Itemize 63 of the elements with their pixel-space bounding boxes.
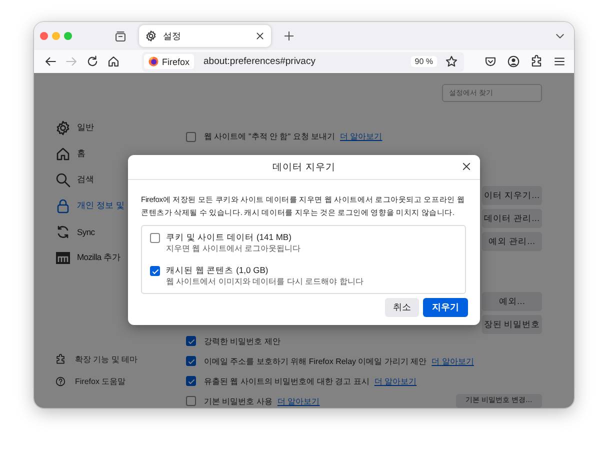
- option-label: 캐시된 웹 콘텐츠 (1,0 GB): [166, 264, 270, 276]
- sidebar-item[interactable]: 홈: [55, 141, 176, 167]
- browser-tab[interactable]: 설정: [139, 25, 271, 47]
- sync-icon: [55, 224, 71, 240]
- account-icon[interactable]: [507, 55, 520, 68]
- zoom-button[interactable]: 90 %: [410, 56, 437, 67]
- option-label: 쿠키 및 사이트 데이터 (141 MB): [166, 231, 292, 243]
- learn-more-link[interactable]: 더 알아보기: [374, 376, 417, 386]
- gear-icon: [55, 120, 71, 136]
- back-icon[interactable]: [44, 55, 57, 68]
- star-icon[interactable]: [445, 55, 458, 68]
- m-logo-icon: [55, 250, 71, 266]
- settings-button[interactable]: 장된 비밀번호: [482, 315, 542, 334]
- checkbox-label: 강력한 비밀번호 제안: [204, 336, 280, 346]
- settings-button[interactable]: 예외 관리…: [482, 232, 542, 251]
- checkbox[interactable]: [186, 356, 196, 366]
- identity-badge[interactable]: Firefox: [144, 54, 194, 69]
- checkbox-label: 기본 비밀번호 사용: [204, 396, 272, 406]
- checkbox[interactable]: [150, 266, 160, 276]
- settings-button[interactable]: 예외…: [482, 292, 542, 311]
- settings-button[interactable]: 이터 지우기…: [482, 186, 542, 205]
- search-icon: [55, 172, 71, 188]
- help-icon: [55, 376, 66, 386]
- url-text: about:preferences#privacy: [204, 56, 316, 67]
- sidebar-link[interactable]: 확장 기능 및 테마: [55, 348, 176, 370]
- confirm-button[interactable]: 지우기: [423, 298, 468, 317]
- checkbox[interactable]: [186, 396, 196, 406]
- settings-button[interactable]: 데이터 관리…: [482, 209, 542, 228]
- close-icon[interactable]: [461, 161, 472, 172]
- tab-title: 설정: [163, 30, 182, 42]
- option-note: 웹 사이트에서 이미지와 데이터를 다시 로드해야 합니다: [166, 276, 364, 288]
- home-icon: [55, 146, 71, 162]
- tab-list-icon[interactable]: [114, 30, 127, 42]
- address-bar[interactable]: Firefox about:preferences#privacy 90 %: [142, 52, 464, 72]
- checkbox[interactable]: [186, 376, 196, 386]
- pocket-icon[interactable]: [484, 55, 497, 68]
- home-icon[interactable]: [107, 55, 120, 68]
- sidebar-item[interactable]: 일반: [55, 115, 176, 141]
- puzzle-icon: [55, 354, 66, 364]
- extensions-icon[interactable]: [530, 55, 543, 68]
- lock-icon: [55, 198, 71, 214]
- option-note: 지우면 웹 사이트에서 로그아웃됩니다: [166, 243, 301, 255]
- learn-more-link[interactable]: 더 알아보기: [340, 131, 382, 142]
- reload-icon[interactable]: [86, 55, 99, 68]
- settings-icon: [145, 30, 157, 42]
- checkbox-label: 이메일 주소를 보호하기 위해 Firefox Relay 이메일 가리기 제안: [204, 356, 427, 366]
- checkbox[interactable]: [186, 132, 196, 142]
- checkbox[interactable]: [150, 233, 160, 243]
- checkbox[interactable]: [186, 336, 196, 346]
- sidebar-item[interactable]: 검색: [55, 167, 176, 193]
- close-icon[interactable]: [255, 31, 265, 41]
- learn-more-link[interactable]: 더 알아보기: [277, 396, 320, 406]
- firefox-logo-icon: [148, 56, 159, 67]
- cancel-button[interactable]: 취소: [385, 298, 419, 317]
- checkbox-label: 웹 사이트에 "추적 안 함" 요청 보내기: [204, 131, 336, 142]
- menu-icon[interactable]: [553, 55, 566, 68]
- badge-label: Firefox: [162, 56, 190, 66]
- checkbox-label: 유출된 웹 사이트의 비밀번호에 대한 경고 표시: [204, 376, 370, 386]
- new-tab-icon[interactable]: [283, 30, 295, 42]
- close-window-button[interactable]: [40, 32, 48, 40]
- learn-more-link[interactable]: 더 알아보기: [432, 356, 474, 366]
- dialog-title: 데이터 지우기: [272, 160, 336, 174]
- sidebar-link[interactable]: Firefox 도움말: [55, 370, 176, 392]
